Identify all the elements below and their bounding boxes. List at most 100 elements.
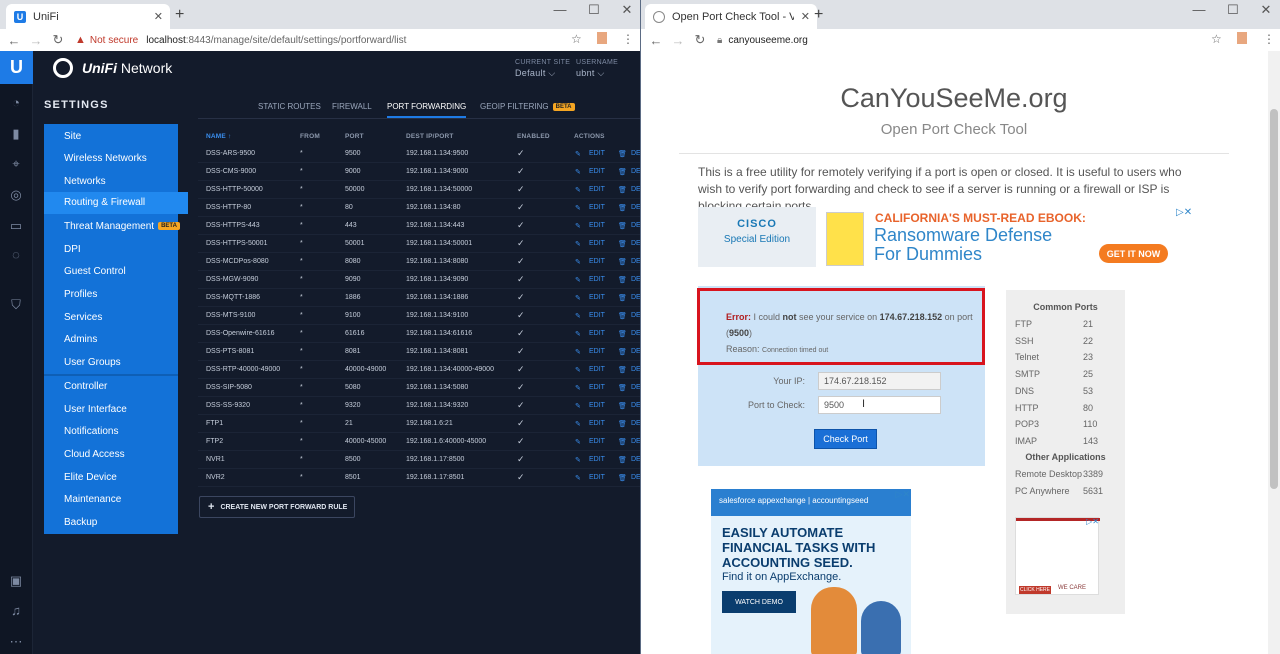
extension-icon[interactable] — [597, 32, 607, 44]
menu-icon[interactable]: ⋮ — [622, 32, 634, 46]
close-window-icon[interactable]: ✕ — [617, 2, 637, 18]
table-row[interactable]: NVR1 * 8500 192.168.1.17:8500 ✓ ✎ EDIT 🗑︎ DE — [198, 451, 640, 469]
watch-demo-button[interactable]: WATCH DEMO — [722, 591, 796, 613]
dashboard-icon[interactable]: ◔ — [8, 95, 24, 111]
url-field[interactable]: canyouseeme.org — [728, 35, 808, 46]
edit-icon[interactable]: ✎ — [575, 240, 581, 248]
menu-item-notifications[interactable]: Notifications — [64, 426, 118, 437]
delete-link[interactable]: DE — [631, 276, 640, 283]
edit-link[interactable]: EDIT — [589, 456, 605, 463]
minimize-icon[interactable]: — — [550, 2, 570, 17]
trash-icon[interactable]: 🗑︎ — [618, 204, 627, 212]
trash-icon[interactable]: 🗑︎ — [618, 402, 627, 410]
menu-item-routing-firewall[interactable]: Routing & Firewall — [44, 192, 188, 214]
tab-static-routes[interactable]: STATIC ROUTES — [258, 102, 321, 111]
tab-unifi[interactable]: U UniFi ✕ — [6, 4, 170, 29]
forward-icon[interactable]: → — [667, 33, 689, 48]
delete-link[interactable]: DE — [631, 438, 640, 445]
star-icon[interactable]: ☆ — [1211, 32, 1222, 46]
edit-link[interactable]: EDIT — [589, 420, 605, 427]
edit-icon[interactable]: ✎ — [575, 294, 581, 302]
menu-item-maintenance[interactable]: Maintenance — [64, 494, 121, 505]
minimize-icon[interactable]: — — [1189, 2, 1209, 17]
events-icon[interactable]: ▣ — [8, 573, 24, 589]
reload-icon[interactable]: ↻ — [689, 32, 711, 48]
ad-close-icon[interactable]: ▷✕ — [1176, 207, 1192, 218]
edit-icon[interactable]: ✎ — [575, 420, 581, 428]
edit-link[interactable]: EDIT — [589, 384, 605, 391]
delete-link[interactable]: DE — [631, 384, 640, 391]
table-row[interactable]: DSS-RTP-40000-49000 * 40000-49000 192.168.1… — [198, 361, 640, 379]
get-it-now-button[interactable]: GET IT NOW — [1099, 244, 1168, 263]
edit-icon[interactable]: ✎ — [575, 366, 581, 374]
reload-icon[interactable]: ↻ — [47, 32, 69, 48]
maximize-icon[interactable]: ☐ — [584, 2, 604, 18]
trash-icon[interactable]: 🗑︎ — [618, 150, 627, 158]
scrollbar-thumb[interactable] — [1270, 109, 1278, 489]
menu-item-threat-management[interactable]: Threat Management BETA — [64, 221, 180, 232]
trash-icon[interactable]: 🗑︎ — [618, 186, 627, 194]
url-field[interactable]: localhost:8443/manage/site/default/setti… — [146, 35, 406, 46]
table-row[interactable]: NVR2 * 8501 192.168.1.17:8501 ✓ ✎ EDIT 🗑︎ DE — [198, 469, 640, 487]
not-secure-label[interactable]: Not secure — [90, 35, 138, 46]
trash-icon[interactable]: 🗑︎ — [618, 438, 627, 446]
edit-icon[interactable]: ✎ — [575, 312, 581, 320]
delete-link[interactable]: DE — [631, 294, 640, 301]
edit-icon[interactable]: ✎ — [575, 276, 581, 284]
edit-icon[interactable]: ✎ — [575, 402, 581, 410]
delete-link[interactable]: DE — [631, 312, 640, 319]
back-icon[interactable]: ← — [645, 33, 667, 48]
menu-item-services[interactable]: Services — [64, 312, 102, 323]
new-tab-icon[interactable]: + — [814, 6, 823, 24]
table-row[interactable]: DSS-MGW-9090 * 9090 192.168.1.134:9090 ✓ ✎ EDI… — [198, 271, 640, 289]
edit-link[interactable]: EDIT — [589, 258, 605, 265]
edit-link[interactable]: EDIT — [589, 168, 605, 175]
menu-item-user-groups[interactable]: User Groups — [64, 357, 121, 368]
delete-link[interactable]: DE — [631, 204, 640, 211]
table-row[interactable]: DSS-HTTPS-50001 * 50001 192.168.1.134:50001… — [198, 235, 640, 253]
star-icon[interactable]: ☆ — [571, 32, 582, 46]
trash-icon[interactable]: 🗑︎ — [618, 294, 627, 302]
table-row[interactable]: DSS-MQTT-1886 * 1886 192.168.1.134:1886 ✓ ✎ ED… — [198, 289, 640, 307]
edit-icon[interactable]: ✎ — [575, 222, 581, 230]
unifi-logo-icon[interactable]: U — [0, 51, 33, 84]
lock-icon[interactable]: 🔒︎ — [717, 35, 722, 46]
scrollbar[interactable] — [1268, 51, 1280, 654]
edit-icon[interactable]: ✎ — [575, 168, 581, 176]
check-port-button[interactable]: Check Port — [814, 429, 877, 449]
menu-item-cloud-access[interactable]: Cloud Access — [64, 449, 125, 460]
edit-icon[interactable]: ✎ — [575, 204, 581, 212]
edit-icon[interactable]: ✎ — [575, 456, 581, 464]
trash-icon[interactable]: 🗑︎ — [618, 276, 627, 284]
trash-icon[interactable]: 🗑︎ — [618, 366, 627, 374]
edit-link[interactable]: EDIT — [589, 348, 605, 355]
chat-icon[interactable]: ⋯ — [8, 634, 24, 650]
devices-icon[interactable]: ◎ — [8, 187, 24, 203]
trash-icon[interactable]: 🗑︎ — [618, 168, 627, 176]
table-row[interactable]: DSS-SIP-5080 * 5080 192.168.1.134:5080 ✓ ✎ EDI… — [198, 379, 640, 397]
statistics-icon[interactable]: ▮ — [8, 126, 24, 142]
menu-item-profiles[interactable]: Profiles — [64, 289, 97, 300]
edit-icon[interactable]: ✎ — [575, 474, 581, 482]
small-ad[interactable]: CLICK HERE WE CARE ▷✕ — [1015, 517, 1100, 595]
delete-link[interactable]: DE — [631, 222, 640, 229]
table-row[interactable]: DSS-MCDPos-8080 * 8080 192.168.1.134:8080 ✓ ✎… — [198, 253, 640, 271]
delete-link[interactable]: DE — [631, 402, 640, 409]
table-row[interactable]: FTP1 * 21 192.168.1.6:21 ✓ ✎ EDIT 🗑︎ DE — [198, 415, 640, 433]
delete-link[interactable]: DE — [631, 258, 640, 265]
extension-icon[interactable] — [1237, 32, 1247, 44]
menu-item-controller[interactable]: Controller — [64, 381, 107, 392]
forward-icon[interactable]: → — [25, 33, 47, 48]
ad-close-icon[interactable]: ▷✕ — [896, 489, 910, 500]
clients-icon[interactable]: ▭ — [8, 218, 24, 234]
create-rule-button[interactable]: + CREATE NEW PORT FORWARD RULE — [199, 496, 355, 518]
tab-geoip-filtering[interactable]: GEOIP FILTERING BETA — [480, 102, 575, 111]
click-here-button[interactable]: CLICK HERE — [1019, 586, 1051, 594]
edit-icon[interactable]: ✎ — [575, 186, 581, 194]
table-row[interactable]: DSS-CMS-9000 * 9000 192.168.1.134:9000 ✓ ✎ EDI… — [198, 163, 640, 181]
menu-icon[interactable]: ⋮ — [1263, 32, 1275, 46]
delete-link[interactable]: DE — [631, 420, 640, 427]
table-row[interactable]: DSS-Openwire-61616 * 61616 192.168.1.134:61… — [198, 325, 640, 343]
edit-link[interactable]: EDIT — [589, 186, 605, 193]
edit-link[interactable]: EDIT — [589, 294, 605, 301]
